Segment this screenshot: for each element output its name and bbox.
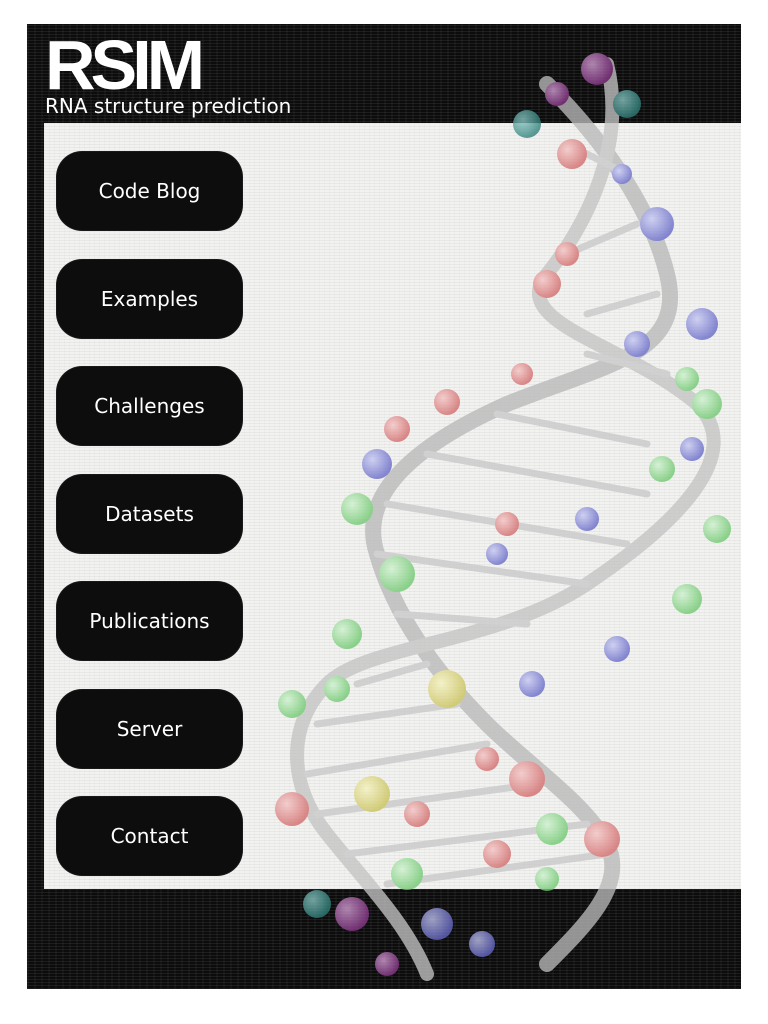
nav-button-server[interactable]: Server	[56, 688, 243, 769]
site-tagline: RNA structure prediction	[45, 94, 292, 118]
nav-button-examples[interactable]: Examples	[56, 258, 243, 339]
main-nav: Code Blog Examples Challenges Datasets P…	[56, 151, 243, 904]
site-logo[interactable]: RSIM	[45, 30, 205, 100]
nav-button-code-blog[interactable]: Code Blog	[56, 151, 243, 231]
nav-button-contact[interactable]: Contact	[56, 796, 243, 876]
page-frame: RSIM RNA structure prediction Code Blog …	[27, 24, 741, 989]
nav-button-publications[interactable]: Publications	[56, 581, 243, 661]
nav-button-datasets[interactable]: Datasets	[56, 473, 243, 554]
nav-button-challenges[interactable]: Challenges	[56, 366, 243, 446]
